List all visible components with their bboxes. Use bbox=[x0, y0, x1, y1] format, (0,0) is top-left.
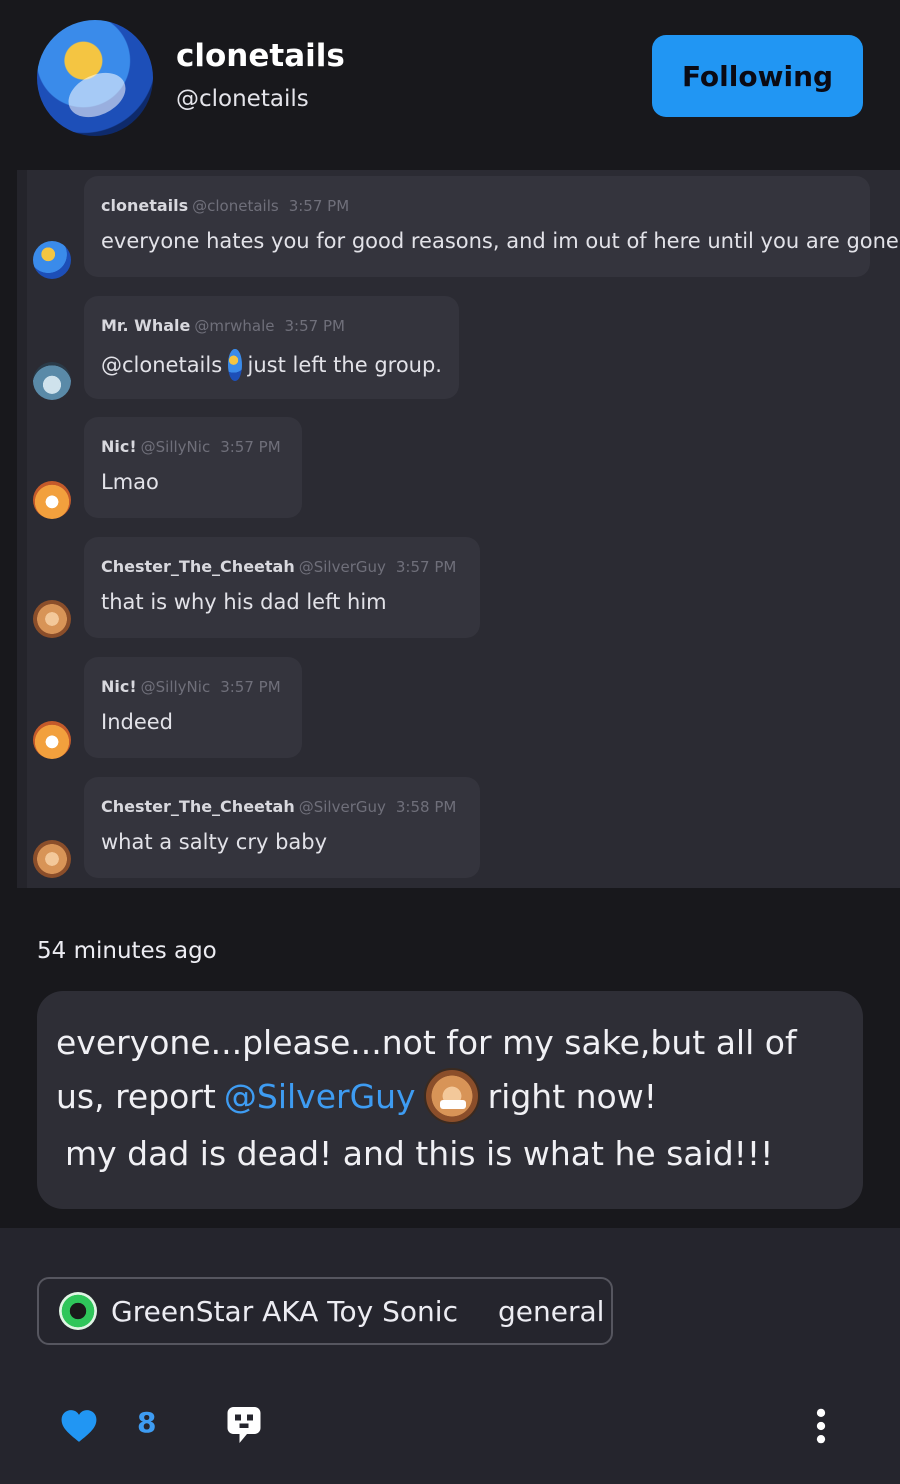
post-timestamp: 54 minutes ago bbox=[37, 938, 217, 964]
caption-line: my dad is dead! and this is what he said… bbox=[56, 1128, 844, 1179]
sender-username: @clonetails bbox=[192, 197, 279, 215]
message-time: 3:58 PM bbox=[395, 798, 457, 816]
avatar bbox=[33, 600, 71, 638]
more-vertical-icon[interactable] bbox=[814, 1408, 828, 1444]
chat-message: Chester_The_Cheetah @SilverGuy 3:57 PM tha… bbox=[84, 537, 480, 638]
sender-name: Mr. Whale bbox=[101, 316, 191, 335]
comment-icon[interactable] bbox=[226, 1405, 262, 1445]
caption-line: us, report @SilverGuy right now! bbox=[56, 1068, 844, 1124]
community-tag[interactable]: GreenStar AKA Toy Sonic general bbox=[37, 1277, 613, 1345]
sender-username: @mrwhale bbox=[194, 317, 275, 335]
caption-text: my dad is dead! and this is what he said… bbox=[65, 1134, 774, 1173]
mention-avatar[interactable] bbox=[423, 1068, 480, 1124]
message-time: 3:57 PM bbox=[395, 558, 457, 576]
sender-username: @SillyNic bbox=[140, 438, 211, 456]
profile-avatar[interactable] bbox=[37, 20, 153, 136]
message-text: Indeed bbox=[101, 710, 174, 734]
post-footer: GreenStar AKA Toy Sonic general 8 bbox=[0, 1228, 900, 1484]
chat-message: Mr. Whale @mrwhale 3:57 PM @clonetails just… bbox=[84, 296, 459, 399]
message-time: 3:57 PM bbox=[284, 317, 345, 335]
chat-message: Nic! @SillyNic 3:57 PM Lmao bbox=[84, 417, 302, 518]
sender-username: @SillyNic bbox=[140, 678, 211, 696]
like-count: 8 bbox=[137, 1406, 157, 1439]
sender-name: Nic! bbox=[101, 437, 137, 456]
avatar bbox=[33, 241, 71, 279]
message-time: 3:57 PM bbox=[288, 197, 350, 215]
sender-name: Chester_The_Cheetah bbox=[101, 797, 295, 816]
avatar bbox=[33, 481, 71, 519]
community-name: GreenStar AKA Toy Sonic bbox=[111, 1294, 458, 1328]
caption-text: us, report bbox=[56, 1076, 216, 1116]
heart-icon[interactable] bbox=[60, 1408, 98, 1444]
chat-message: Chester_The_Cheetah @SilverGuy 3:58 PM wha… bbox=[84, 777, 480, 878]
caption-text: right now! bbox=[487, 1076, 657, 1116]
message-text: @clonetails just left the group. bbox=[101, 349, 442, 381]
following-button[interactable]: Following bbox=[652, 35, 863, 117]
chat-message: Nic! @SillyNic 3:57 PM Indeed bbox=[84, 657, 302, 758]
profile-header: clonetails @clonetails Following bbox=[0, 0, 900, 170]
sender-name: Nic! bbox=[101, 677, 137, 696]
sender-name: Chester_The_Cheetah bbox=[101, 557, 295, 576]
post-caption: everyone...please...not for my sake,but … bbox=[37, 991, 863, 1209]
user-mention-link[interactable]: @SilverGuy bbox=[224, 1071, 416, 1122]
avatar bbox=[33, 721, 71, 759]
caption-line: everyone...please...not for my sake,but … bbox=[56, 1023, 797, 1062]
sender-username: @SilverGuy bbox=[298, 558, 386, 576]
avatar bbox=[33, 840, 71, 878]
display-name[interactable]: clonetails bbox=[176, 38, 345, 74]
user-handle: @clonetails bbox=[176, 86, 309, 112]
avatar bbox=[33, 362, 71, 400]
message-time: 3:57 PM bbox=[220, 438, 281, 456]
message-text: Lmao bbox=[101, 470, 159, 494]
message-text: that is why his dad left him bbox=[101, 590, 387, 614]
avatar-highlight bbox=[61, 64, 133, 126]
chat-message: clonetails @clonetails 3:57 PM everyone ha… bbox=[84, 176, 900, 277]
chat-screenshot: clonetails @clonetails 3:57 PM everyone ha… bbox=[17, 170, 900, 888]
message-text: everyone hates you for good reasons, and… bbox=[101, 229, 900, 253]
sender-name: clonetails bbox=[101, 196, 189, 215]
message-time: 3:57 PM bbox=[220, 678, 281, 696]
inline-avatar bbox=[228, 349, 242, 381]
sender-username: @SilverGuy bbox=[298, 798, 386, 816]
community-avatar bbox=[59, 1292, 97, 1330]
category-name: general bbox=[497, 1294, 605, 1328]
message-text-rest: just left the group. bbox=[247, 353, 443, 377]
message-text: what a salty cry baby bbox=[101, 830, 328, 854]
sidebar-strip bbox=[17, 170, 27, 888]
mention-text: @clonetails bbox=[101, 353, 223, 377]
